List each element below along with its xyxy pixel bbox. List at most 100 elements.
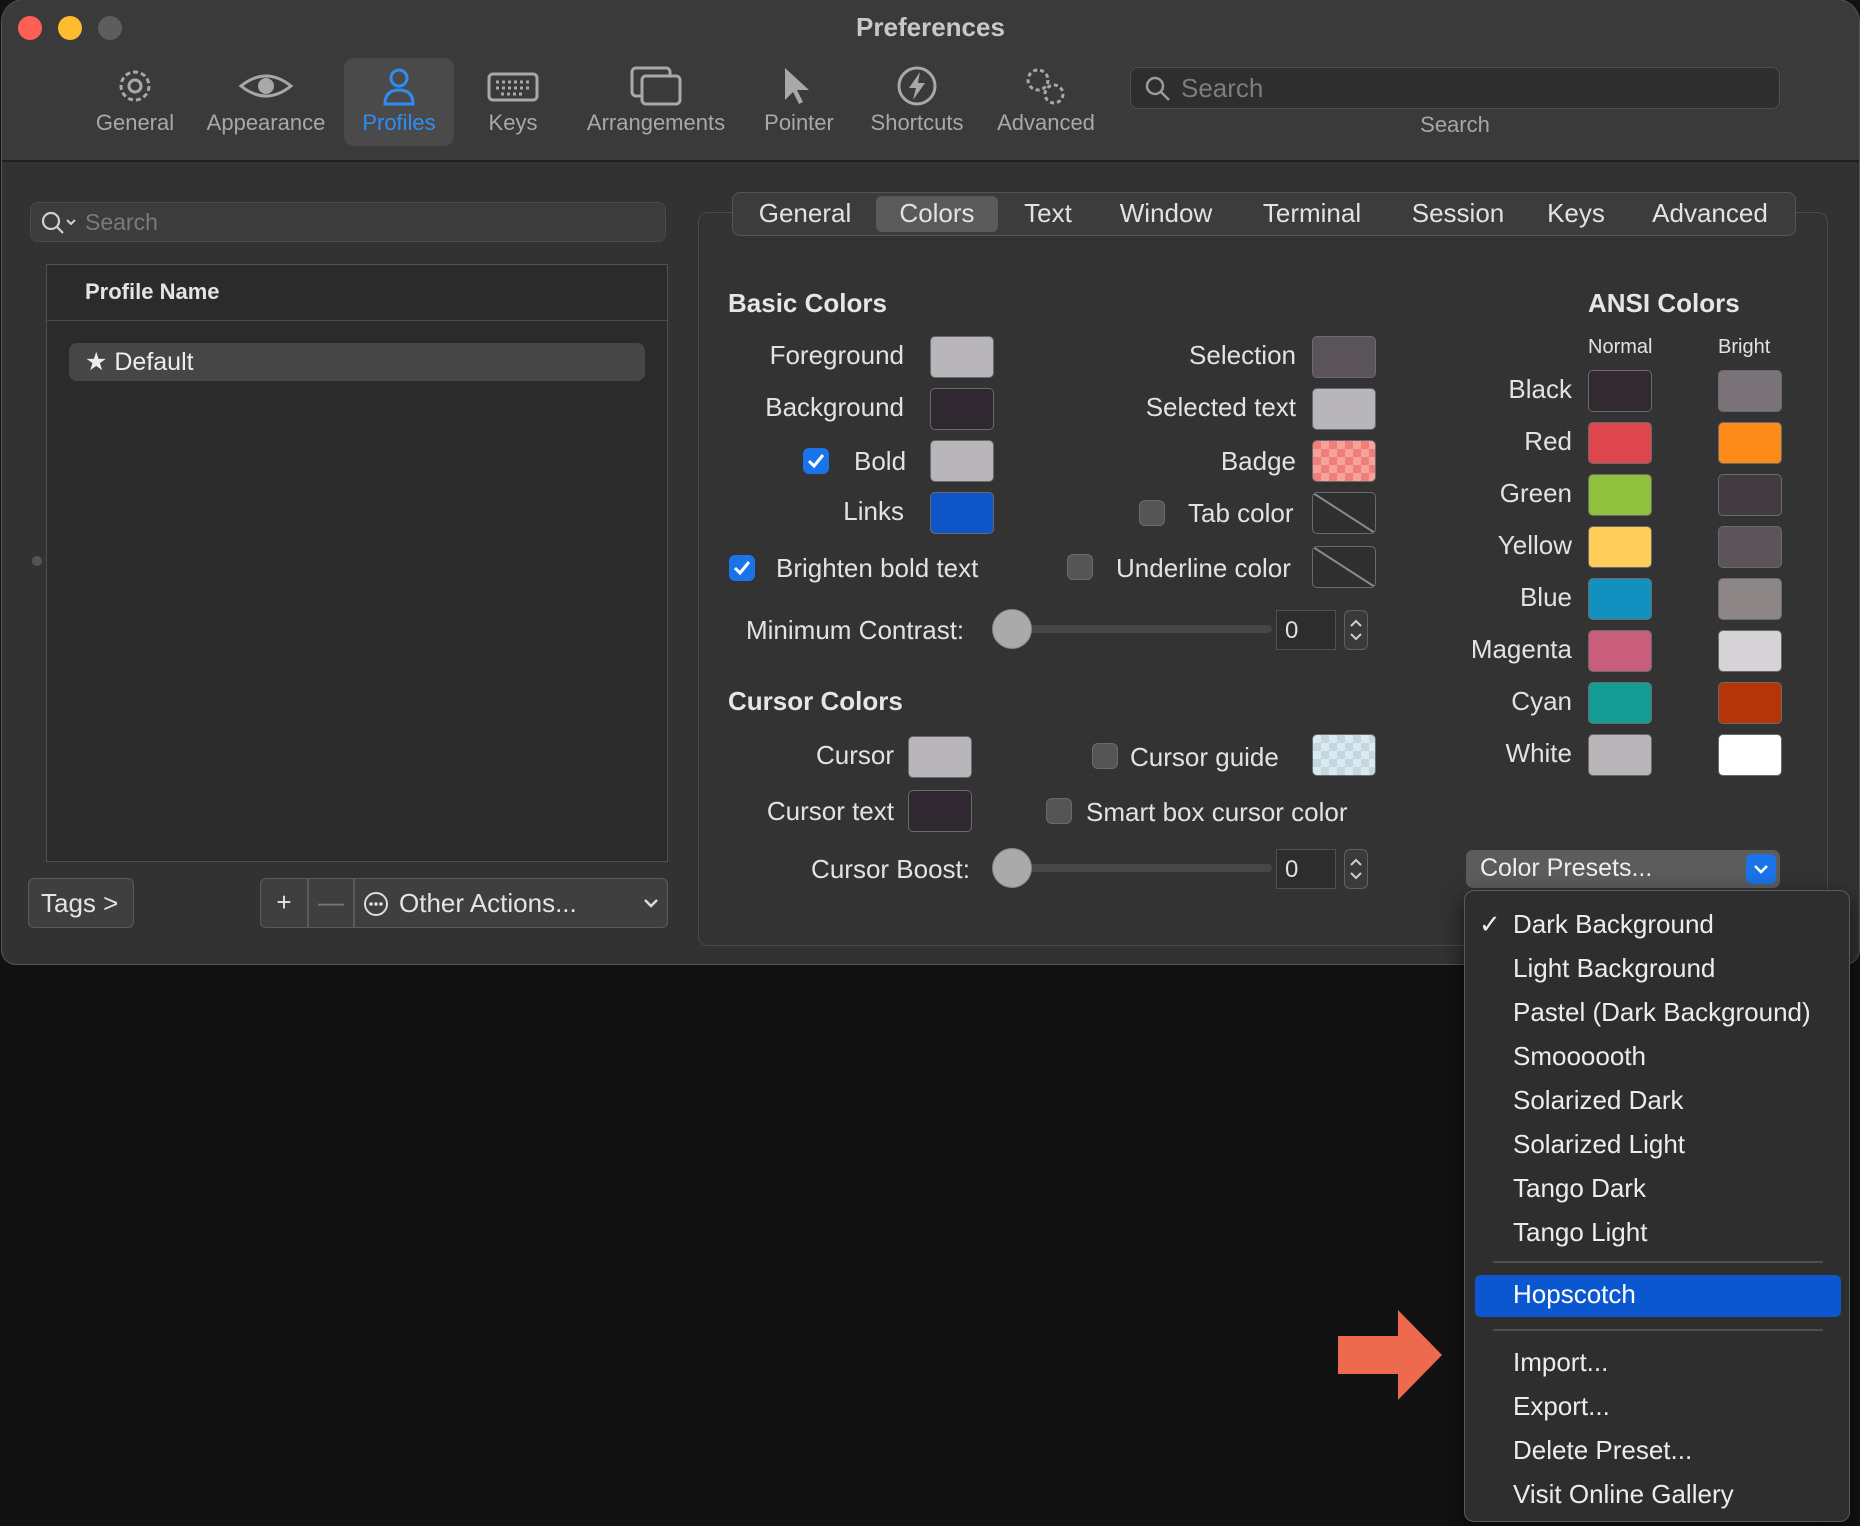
split-handle[interactable] [32,556,42,566]
color-presets-label: Color Presets... [1480,854,1653,882]
menu-item-preset[interactable]: Solarized Dark [1465,1081,1849,1123]
profile-row-default[interactable]: ★ Default [69,343,645,381]
links-color-well[interactable] [930,492,994,534]
selected-text-color-well[interactable] [1312,388,1376,430]
ansi-cyan-bright-well[interactable] [1718,682,1782,724]
menu-item-preset[interactable]: Pastel (Dark Background) [1465,993,1849,1035]
brighten-bold-checkbox[interactable] [729,555,755,581]
toolbar-pointer[interactable]: Pointer [754,58,844,146]
menu-item-label: Tango Light [1513,1217,1648,1247]
ansi-black-bright-well[interactable] [1718,370,1782,412]
tab-general[interactable]: General [742,196,868,232]
cursor-text-color-well[interactable] [908,790,972,832]
color-presets-popup[interactable]: Color Presets... [1466,850,1780,888]
add-profile-button[interactable]: + [260,878,308,928]
minimum-contrast-label: Minimum Contrast: [746,615,965,645]
tab-window[interactable]: Window [1104,196,1228,232]
minimum-contrast-field[interactable]: 0 [1276,610,1336,650]
profile-search-input[interactable] [85,207,645,237]
toolbar-label: Arrangements [586,110,726,135]
ansi-green-normal-well[interactable] [1588,474,1652,516]
menu-item-preset[interactable]: Tango Dark [1465,1169,1849,1211]
selected-text-label: Selected text [1145,392,1296,422]
profile-name-column-header[interactable]: Profile Name [47,265,667,321]
menu-item-hopscotch[interactable]: Hopscotch [1475,1275,1841,1317]
toolbar-shortcuts[interactable]: Shortcuts [862,58,972,146]
menu-item-label: Pastel (Dark Background) [1513,997,1811,1027]
toolbar-arrangements[interactable]: Arrangements [576,58,736,146]
tab-color-well[interactable] [1312,492,1376,534]
menu-item-delete-preset[interactable]: Delete Preset... [1465,1431,1849,1473]
ansi-blue-normal-well[interactable] [1588,578,1652,620]
keyboard-icon [487,72,539,102]
tags-button[interactable]: Tags > [28,878,134,928]
toolbar-advanced[interactable]: Advanced [990,58,1102,146]
person-icon [383,68,415,106]
ansi-yellow-bright-well[interactable] [1718,526,1782,568]
remove-profile-button[interactable]: — [308,878,354,928]
menu-item-import[interactable]: Import... [1465,1343,1849,1385]
badge-color-well[interactable] [1312,440,1376,482]
ansi-white-bright-well[interactable] [1718,734,1782,776]
ansi-magenta-normal-well[interactable] [1588,630,1652,672]
tab-keys[interactable]: Keys [1534,196,1618,232]
toolbar-search-input[interactable] [1181,72,1761,104]
smart-box-cursor-label: Smart box cursor color [1086,797,1348,827]
toolbar-keys[interactable]: Keys [468,58,558,146]
tab-color-checkbox[interactable] [1139,500,1165,526]
bold-color-well[interactable] [930,440,994,482]
toolbar-appearance[interactable]: Appearance [200,58,332,146]
menu-item-preset[interactable]: Light Background [1465,949,1849,991]
minimum-contrast-stepper[interactable] [1344,610,1368,650]
other-actions-popup[interactable]: Other Actions... [354,878,668,928]
tab-colors[interactable]: Colors [876,196,998,232]
toolbar-label: Appearance [206,110,326,135]
toolbar-search-field[interactable] [1130,67,1780,109]
background-color-well[interactable] [930,388,994,430]
cursor-boost-slider-knob[interactable] [992,848,1032,888]
menu-item-preset[interactable]: Smoooooth [1465,1037,1849,1079]
cursor-color-well[interactable] [908,736,972,778]
minimum-contrast-slider[interactable] [1002,625,1272,633]
menu-item-export[interactable]: Export... [1465,1387,1849,1429]
cursor-boost-field[interactable]: 0 [1276,849,1336,889]
cursor-guide-color-well[interactable] [1312,734,1376,776]
ansi-red-normal-well[interactable] [1588,422,1652,464]
tab-terminal[interactable]: Terminal [1242,196,1382,232]
menu-item-preset[interactable]: Solarized Light [1465,1125,1849,1167]
cursor-boost-stepper[interactable] [1344,849,1368,889]
ansi-yellow-normal-well[interactable] [1588,526,1652,568]
underline-color-well[interactable] [1312,546,1376,588]
tab-session[interactable]: Session [1396,196,1520,232]
menu-item-preset[interactable]: Tango Light [1465,1213,1849,1255]
ansi-black-normal-well[interactable] [1588,370,1652,412]
toolbar-label: Shortcuts [870,110,964,135]
ansi-cyan-normal-well[interactable] [1588,682,1652,724]
ansi-red-bright-well[interactable] [1718,422,1782,464]
underline-color-checkbox[interactable] [1067,554,1093,580]
chevron-down-icon [644,899,658,908]
cursor-guide-checkbox[interactable] [1092,743,1118,769]
ansi-white-normal-well[interactable] [1588,734,1652,776]
ansi-green-bright-well[interactable] [1718,474,1782,516]
cursor-colors-heading: Cursor Colors [728,686,903,716]
bold-checkbox[interactable] [803,448,829,474]
foreground-color-well[interactable] [930,336,994,378]
menu-item-visit-online-gallery[interactable]: Visit Online Gallery [1465,1475,1849,1517]
tab-text[interactable]: Text [1006,196,1090,232]
tab-advanced[interactable]: Advanced [1632,196,1788,232]
toolbar-label: Advanced [997,110,1095,135]
toolbar-profiles[interactable]: Profiles [344,58,454,146]
smart-box-cursor-checkbox[interactable] [1046,798,1072,824]
minimum-contrast-slider-knob[interactable] [992,609,1032,649]
profile-search-field[interactable] [30,202,666,242]
selection-color-well[interactable] [1312,336,1376,378]
gear-icon [119,70,151,102]
basic-colors-heading: Basic Colors [728,288,887,318]
cursor-boost-slider[interactable] [1002,864,1272,872]
menu-item-preset[interactable]: ✓ Dark Background [1465,905,1849,947]
chevron-down-icon [1746,854,1776,884]
toolbar-general[interactable]: General [80,58,190,146]
ansi-blue-bright-well[interactable] [1718,578,1782,620]
ansi-magenta-bright-well[interactable] [1718,630,1782,672]
